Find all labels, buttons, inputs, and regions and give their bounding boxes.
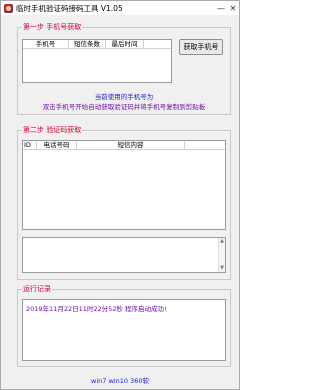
minimize-button[interactable]: — <box>215 2 227 14</box>
title-bar: 临时手机验证码接码工具 V1.05 — ✕ <box>1 1 239 15</box>
window-title: 临时手机验证码接码工具 V1.05 <box>16 3 123 13</box>
current-phone-label: 当前使用的手机号为 <box>94 93 154 101</box>
scroll-up-arrow-icon[interactable]: ▲ <box>219 238 225 245</box>
sms-table-header: ID 电话号码 短信内容 <box>23 141 225 150</box>
close-button[interactable]: ✕ <box>227 2 239 14</box>
footer-text: win7 win10 360软 <box>91 377 149 385</box>
phone-table-header: 手机号 短信条数 最后时间 <box>23 40 171 49</box>
sms-content-textarea[interactable]: ▲ ▼ <box>22 237 226 273</box>
step2-legend: 第二步 验证码获取 <box>22 126 83 135</box>
column-header-sms-count[interactable]: 短信条数 <box>69 40 106 48</box>
log-textarea[interactable]: 2019年11月22日11时22分52秒 程序启动成功! <box>22 299 226 361</box>
column-header-last-time[interactable]: 最后时间 <box>106 40 144 48</box>
step1-legend: 第一步 手机号获取 <box>22 23 83 32</box>
get-phone-button[interactable]: 获取手机号 <box>179 39 223 55</box>
log-entry: 2019年11月22日11时22分52秒 程序启动成功! <box>26 305 167 313</box>
phone-number-table[interactable]: 手机号 短信条数 最后时间 <box>22 39 172 83</box>
log-legend: 运行记录 <box>22 285 52 294</box>
scroll-down-arrow-icon[interactable]: ▼ <box>219 265 225 272</box>
sms-textarea-scrollbar[interactable]: ▲ ▼ <box>218 238 225 272</box>
column-header-filler <box>185 141 225 149</box>
column-header-phone[interactable]: 手机号 <box>23 40 69 48</box>
column-header-sms-content[interactable]: 短信内容 <box>77 141 185 149</box>
column-header-filler <box>144 40 171 48</box>
app-logo-icon <box>4 3 13 13</box>
app-window: 临时手机验证码接码工具 V1.05 — ✕ 第一步 手机号获取 手机号 短信条数… <box>0 0 240 390</box>
column-header-phone-number[interactable]: 电话号码 <box>37 141 77 149</box>
column-header-id[interactable]: ID <box>23 141 37 149</box>
step1-instruction: 双击手机号开始自动获取验证码并将手机号复制到剪贴板 <box>42 103 206 111</box>
sms-table[interactable]: ID 电话号码 短信内容 <box>22 140 226 230</box>
